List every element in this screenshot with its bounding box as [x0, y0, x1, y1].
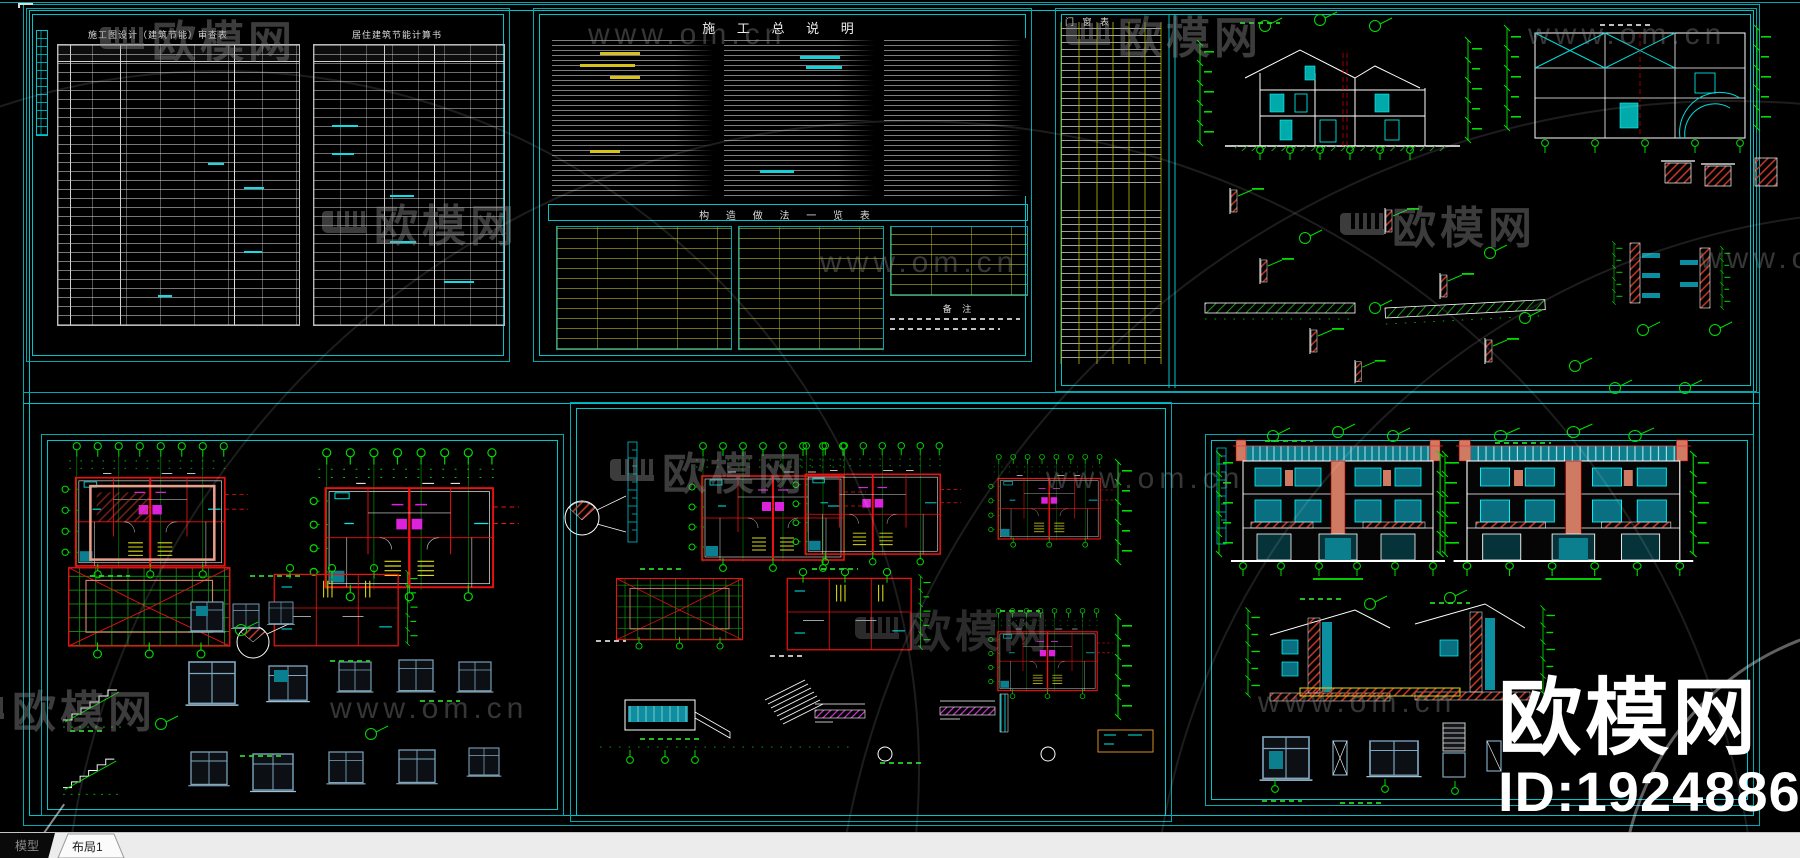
sheet-a-title-left: 施工图设计（建筑节能）审查表 — [88, 30, 229, 40]
notes-column-2 — [724, 38, 879, 196]
remark-label: 备 注 — [942, 304, 976, 314]
sheet-f-graphics — [1216, 424, 1709, 795]
tab-layout1[interactable]: 布局1 — [56, 833, 128, 858]
construction-methods-table-1 — [556, 226, 732, 350]
tab-model[interactable]: 模型 — [0, 833, 55, 858]
sheet-a-title-right: 居住建筑节能计算书 — [352, 30, 443, 40]
door-window-schedule-title: 门 窗 表 — [1065, 17, 1113, 27]
sheet-d-graphics — [62, 443, 519, 795]
energy-review-table — [57, 44, 300, 326]
table-header — [314, 45, 504, 62]
sheet-a-revision-strip — [36, 30, 48, 136]
construction-methods-table-2 — [738, 226, 884, 350]
model-space-canvas[interactable]: 施工图设计（建筑节能）审查表 居住建筑节能计算书 施 工 总 说 明 构 造 做… — [0, 0, 1800, 858]
table-header — [58, 45, 299, 62]
sheet-b-title: 施 工 总 说 明 — [702, 21, 863, 36]
layout-tab-bar: 模型 布局1 — [0, 832, 1800, 858]
sheet-e-graphics — [564, 441, 1154, 764]
notes-column-3 — [884, 38, 1027, 196]
construction-methods-table-3 — [890, 226, 1028, 296]
sheet-c-graphics — [1060, 11, 1778, 394]
notes-column-1 — [552, 38, 719, 196]
sheet-b-band-title: 构 造 做 法 一 览 表 — [699, 211, 877, 222]
energy-calc-table — [313, 44, 505, 326]
